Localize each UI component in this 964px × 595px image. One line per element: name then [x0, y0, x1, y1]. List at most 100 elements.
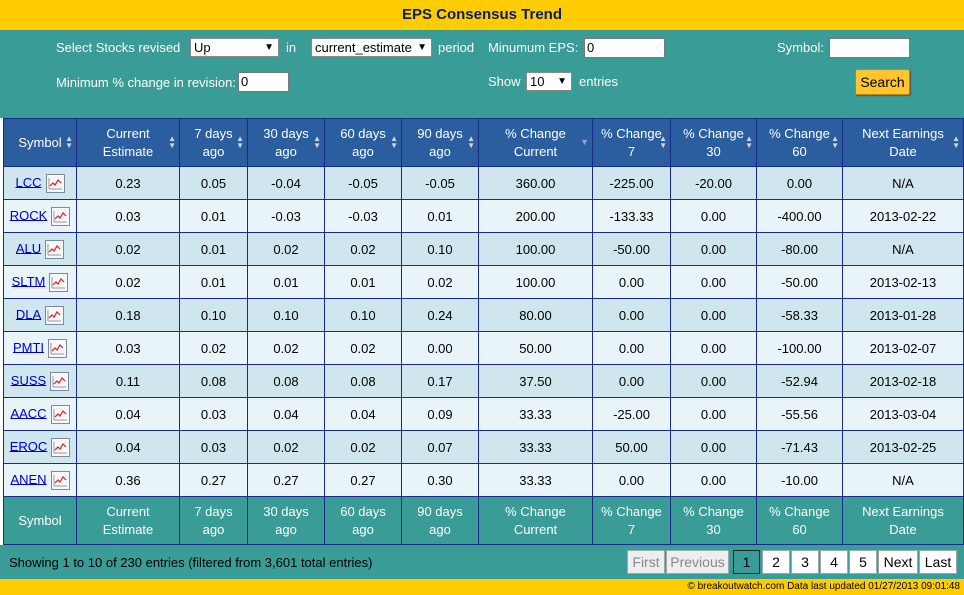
sort-both-icon: ▲ ▼ [745, 134, 753, 150]
page-size-select[interactable]: 10 ▼ [526, 72, 572, 91]
period-select[interactable]: current_estimate ▼ [311, 38, 432, 57]
table-cell: 0.04 [324, 397, 402, 431]
table-body: LCC 0.23 0.05 -0.04 -0.05 -0.05 360.00 -225.00-… [3, 166, 964, 497]
column-header-label: Symbol [18, 134, 62, 150]
search-button[interactable]: Search [855, 69, 910, 95]
next-page-button[interactable]: Next [878, 550, 918, 574]
line-chart-icon[interactable] [50, 371, 70, 391]
table-cell: 0.01 [179, 265, 248, 299]
column-header-6[interactable]: % Change Current ▼ [478, 118, 593, 167]
column-footer-label: 7 [627, 521, 636, 537]
symbol-input[interactable] [829, 38, 910, 58]
line-chart-icon[interactable] [48, 338, 68, 358]
line-chart-icon[interactable] [50, 404, 70, 424]
table-cell: 0.04 [76, 397, 180, 431]
column-header-0[interactable]: Symbol ▲ ▼ [3, 118, 77, 167]
table-cell: 0.00 [592, 463, 671, 497]
chevron-down-icon: ▼ [264, 42, 274, 53]
symbol-label: Symbol: [777, 40, 824, 55]
symbol-link[interactable]: LCC [15, 174, 41, 189]
column-header-7[interactable]: % Change 7 ▲ ▼ [592, 118, 671, 167]
table-cell: 0.00 [592, 331, 671, 365]
table-cell: 0.00 [670, 298, 757, 332]
revised-label: Select Stocks revised [56, 40, 181, 55]
column-footer-label: Current [106, 503, 150, 519]
table-cell: 0.07 [401, 430, 479, 464]
page-button-5[interactable]: 5 [849, 550, 877, 574]
first-page-button[interactable]: First [627, 550, 665, 574]
page-button-2[interactable]: 2 [762, 550, 790, 574]
table-cell: -25.00 [592, 397, 671, 431]
table-cell: 0.08 [179, 364, 248, 398]
column-footer-6: % Change Current [478, 496, 593, 545]
page-button-1[interactable]: 1 [733, 550, 760, 574]
table-cell: -133.33 [592, 199, 671, 233]
table-cell: 0.23 [76, 166, 180, 200]
column-header-5[interactable]: 90 days ago ▲ ▼ [401, 118, 479, 167]
table-cell: 0.18 [76, 298, 180, 332]
line-chart-icon[interactable] [51, 437, 71, 457]
column-footer-5: 90 days ago [401, 496, 479, 545]
table-info-bar: Showing 1 to 10 of 230 entries (filtered… [0, 545, 964, 579]
previous-page-button[interactable]: Previous [666, 550, 729, 574]
table-cell: 0.00 [756, 166, 843, 200]
table-cell: 2013-02-13 [842, 265, 964, 299]
last-page-button[interactable]: Last [919, 550, 957, 574]
line-chart-icon[interactable] [51, 206, 71, 226]
table-cell: 33.33 [478, 397, 593, 431]
chevron-down-icon: ▼ [557, 76, 567, 87]
symbol-link[interactable]: AACC [10, 405, 46, 420]
symbol-link[interactable]: DLA [16, 306, 41, 321]
symbol-link[interactable]: ANEN [10, 471, 46, 486]
symbol-link[interactable]: ALU [16, 240, 41, 255]
table-row: EROC 0.04 0.03 0.02 0.02 0.07 33.33 50.00 0.00 -7… [3, 430, 964, 464]
column-header-4[interactable]: 60 days ago ▲ ▼ [324, 118, 402, 167]
min-change-input[interactable]: 0 [238, 72, 289, 92]
column-header-label: Current [513, 143, 558, 159]
table-cell: -52.94 [756, 364, 843, 398]
line-chart-icon[interactable] [45, 305, 65, 325]
table-cell: -400.00 [756, 199, 843, 233]
table-cell: 0.02 [401, 265, 479, 299]
column-footer-label: ago [352, 521, 374, 537]
table-row: ALU 0.02 0.01 0.02 0.02 0.10 100.00 -50.00 0.00-… [3, 232, 964, 266]
revised-direction-select[interactable]: Up ▼ [190, 38, 279, 57]
symbol-link[interactable]: SLTM [12, 273, 46, 288]
column-header-3[interactable]: 30 days ago ▲ ▼ [247, 118, 325, 167]
in-label: in [286, 40, 297, 55]
line-chart-icon[interactable] [49, 272, 69, 292]
table-cell: 2013-02-22 [842, 199, 964, 233]
table-cell: 37.50 [478, 364, 593, 398]
symbol-link[interactable]: SUSS [11, 372, 46, 387]
table-cell: 0.00 [670, 430, 757, 464]
sort-both-icon: ▲ ▼ [831, 134, 839, 150]
column-footer-2: 7 days ago [179, 496, 248, 545]
column-header-2[interactable]: 7 days ago ▲ ▼ [179, 118, 248, 167]
symbol-link[interactable]: EROC [10, 438, 48, 453]
symbol-link[interactable]: PMTI [13, 339, 44, 354]
table-cell: 0.17 [401, 364, 479, 398]
symbol-cell: SUSS [3, 364, 77, 398]
table-cell: 0.11 [76, 364, 180, 398]
column-header-label: % Change [683, 125, 744, 141]
table-cell: 0.04 [76, 430, 180, 464]
line-chart-icon[interactable] [45, 173, 65, 193]
column-header-1[interactable]: Current Estimate ▲ ▼ [76, 118, 180, 167]
table-cell: N/A [842, 232, 964, 266]
page-button-3[interactable]: 3 [791, 550, 819, 574]
table-cell: 2013-02-18 [842, 364, 964, 398]
table-cell: -225.00 [592, 166, 671, 200]
column-footer-label: Next Earnings [862, 503, 944, 519]
column-header-8[interactable]: % Change 30 ▲ ▼ [670, 118, 757, 167]
table-cell: 2013-03-04 [842, 397, 964, 431]
column-header-9[interactable]: % Change 60 ▲ ▼ [756, 118, 843, 167]
min-eps-input[interactable]: 0 [584, 38, 665, 58]
column-footer-label: 60 days [340, 503, 386, 519]
symbol-link[interactable]: ROCK [10, 207, 48, 222]
line-chart-icon[interactable] [45, 239, 65, 259]
column-footer-label: % Change [601, 503, 662, 519]
page-button-4[interactable]: 4 [820, 550, 848, 574]
table-cell: 0.00 [670, 463, 757, 497]
line-chart-icon[interactable] [50, 470, 70, 490]
column-header-10[interactable]: Next Earnings Date ▲ ▼ [842, 118, 964, 167]
